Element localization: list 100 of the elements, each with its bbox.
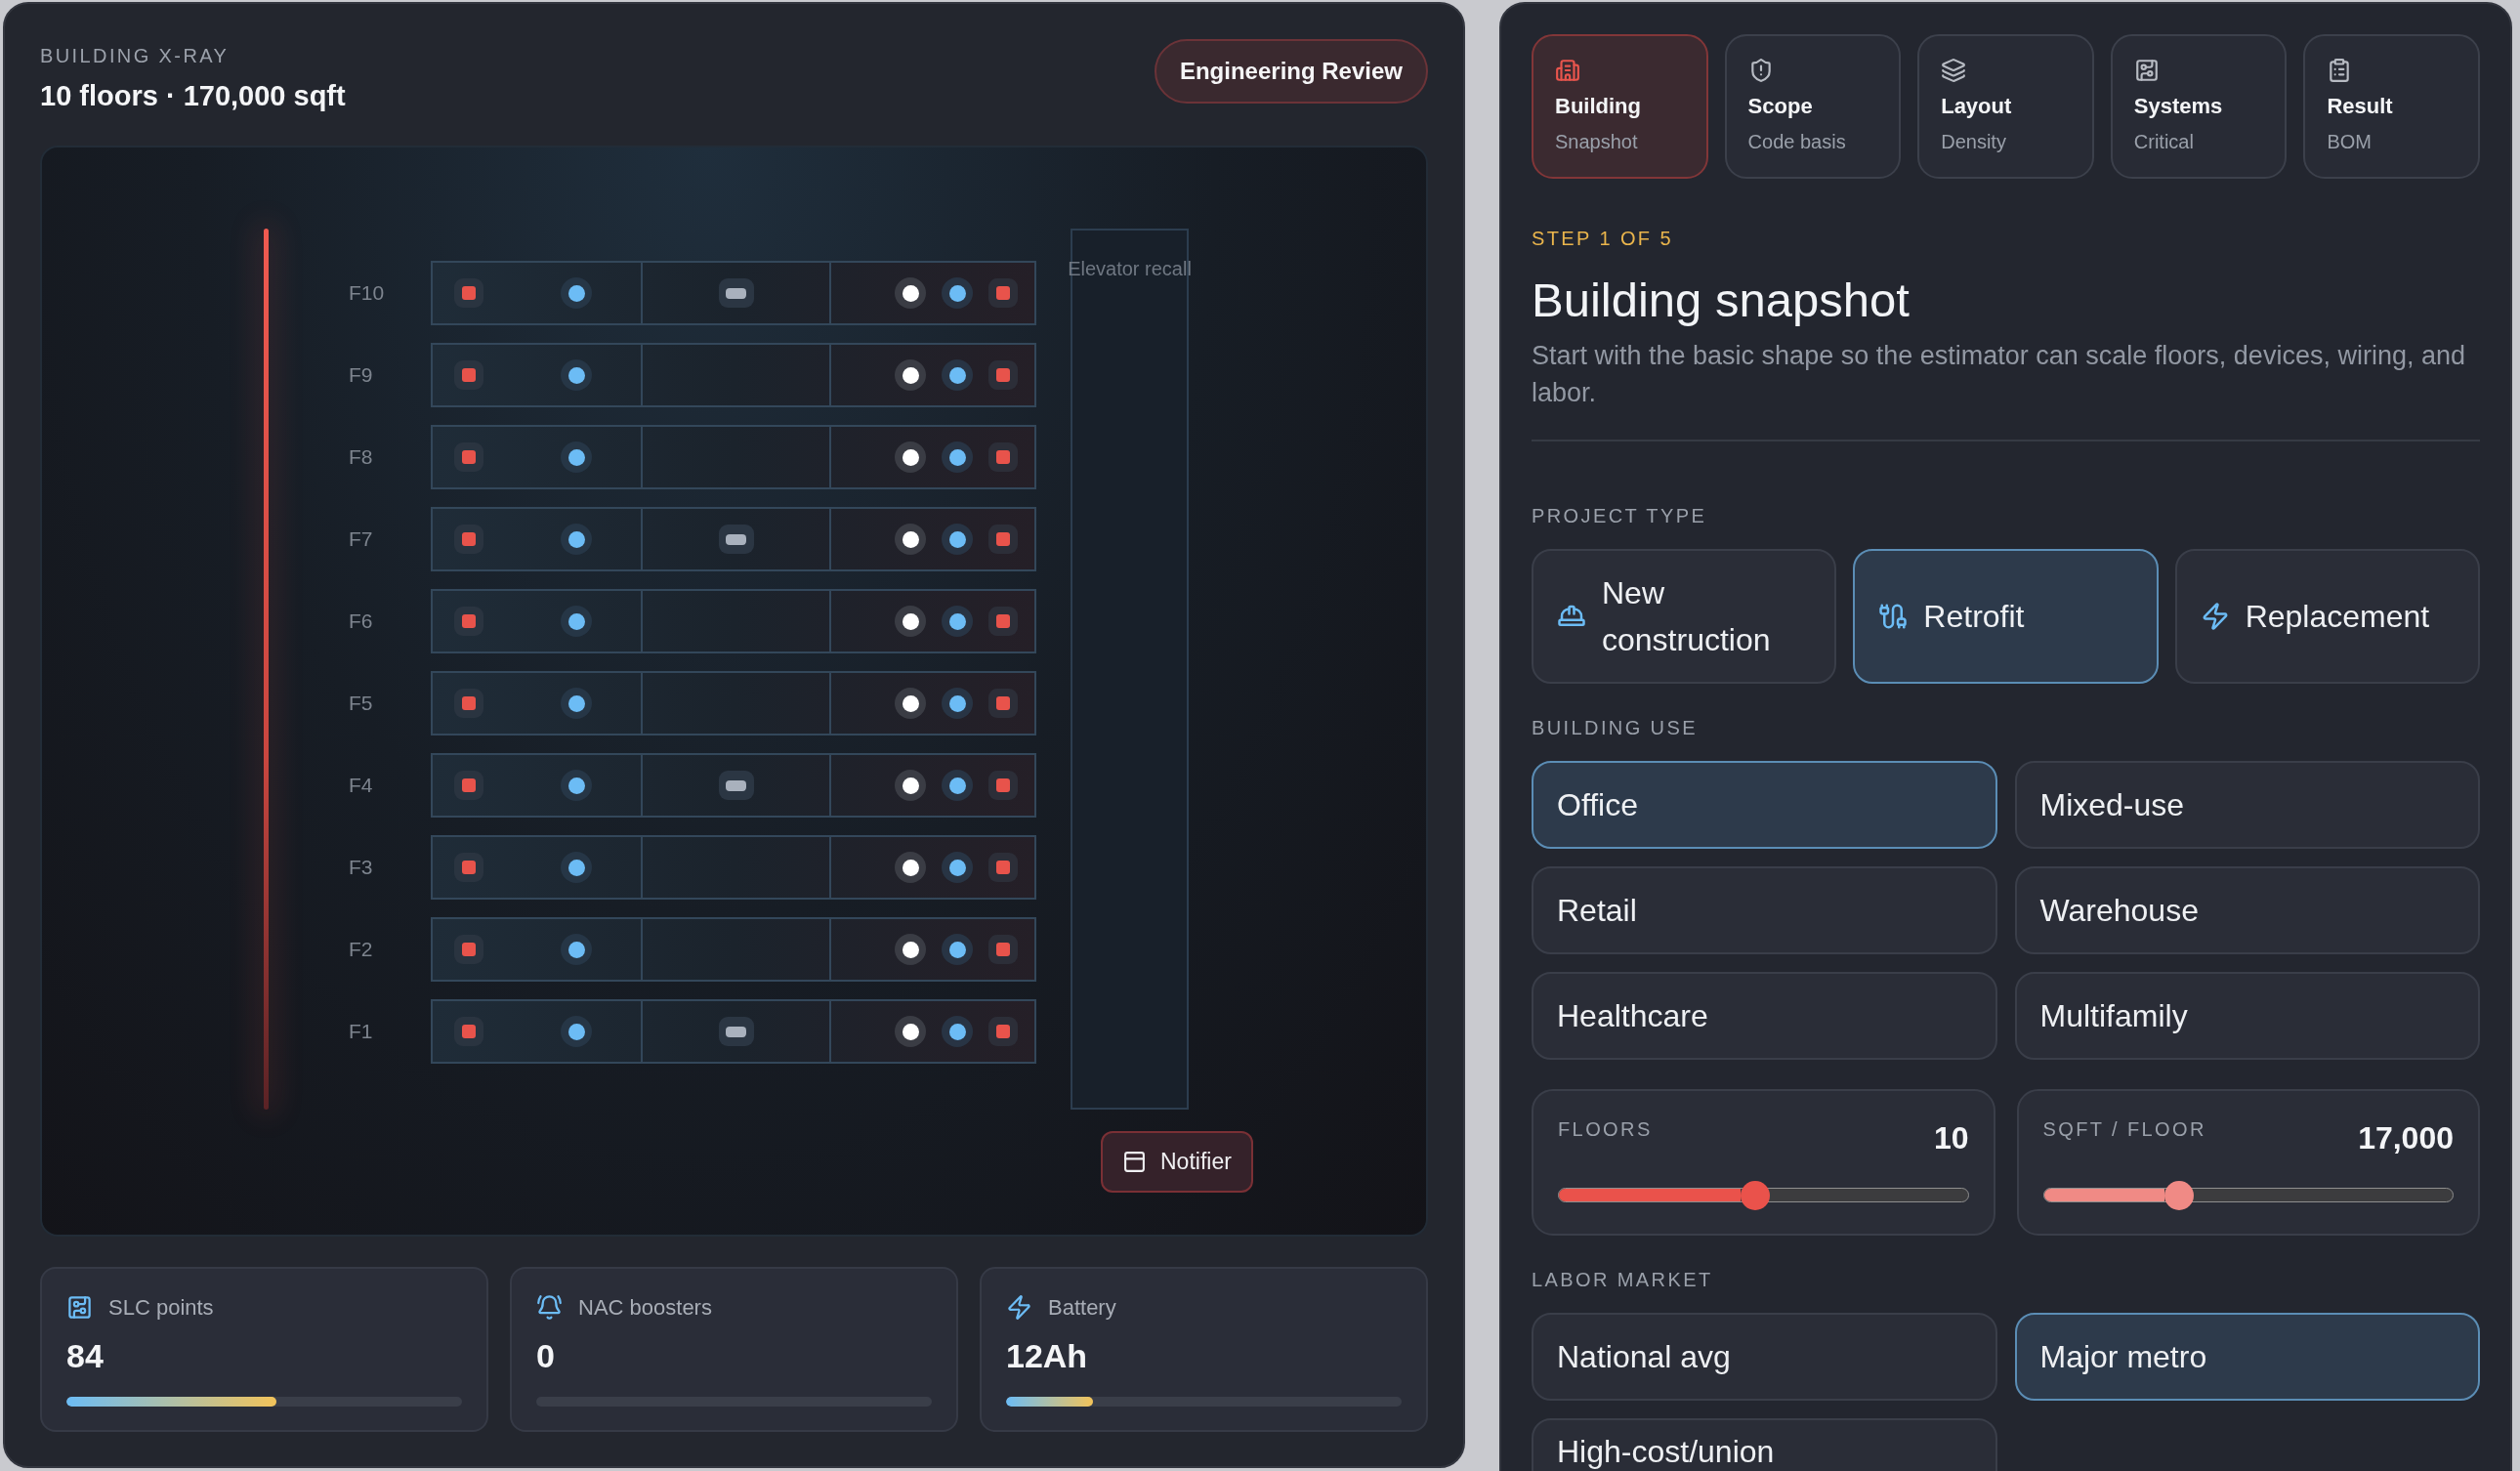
slider-thumb[interactable] bbox=[2163, 1180, 2194, 1210]
section-label: PROJECT TYPE bbox=[1532, 504, 1708, 528]
option-button[interactable]: Warehouse bbox=[2014, 866, 2480, 954]
building-icon bbox=[1555, 58, 1580, 83]
dot-marker-icon bbox=[942, 934, 973, 965]
section-label: LABOR MARKET bbox=[1532, 1268, 1714, 1292]
option-button[interactable]: Retrofit bbox=[1853, 549, 2159, 684]
stat-label: SLC points bbox=[108, 1293, 214, 1322]
dot-marker-icon bbox=[895, 770, 926, 801]
square-marker-icon bbox=[988, 853, 1018, 882]
floor-label: F8 bbox=[349, 444, 374, 471]
building-summary: 10 floors · 170,000 sqft bbox=[40, 79, 346, 113]
stat-label: Battery bbox=[1048, 1293, 1116, 1322]
square-marker-icon bbox=[454, 935, 483, 964]
square-marker-icon bbox=[454, 442, 483, 472]
square-marker-icon bbox=[988, 771, 1018, 800]
step-tab[interactable]: Systems Critical bbox=[2110, 34, 2288, 179]
option-button[interactable]: Mixed-use bbox=[2014, 761, 2480, 849]
dot-marker-icon bbox=[895, 1016, 926, 1047]
dot-marker-icon bbox=[561, 277, 592, 309]
notifier-button[interactable]: Notifier bbox=[1101, 1131, 1253, 1193]
dot-marker-icon bbox=[942, 441, 973, 473]
dot-marker-icon bbox=[895, 359, 926, 391]
square-marker-icon bbox=[454, 1017, 483, 1046]
dot-marker-icon bbox=[561, 441, 592, 473]
option-button[interactable]: Healthcare bbox=[1532, 972, 1997, 1060]
pill-marker-icon bbox=[718, 771, 754, 800]
step-counter: STEP 1 OF 5 bbox=[1532, 227, 1674, 251]
panel-eyebrow: BUILDING X-RAY bbox=[40, 44, 231, 68]
dot-marker-icon bbox=[942, 688, 973, 719]
dot-marker-icon bbox=[561, 1016, 592, 1047]
square-marker-icon bbox=[988, 525, 1018, 554]
floor-label: F4 bbox=[349, 773, 374, 799]
dot-marker-icon bbox=[942, 359, 973, 391]
dot-marker-icon bbox=[895, 441, 926, 473]
slider-thumb[interactable] bbox=[1740, 1180, 1770, 1210]
dot-marker-icon bbox=[561, 606, 592, 637]
floor-label: F3 bbox=[349, 855, 374, 881]
dot-marker-icon bbox=[561, 852, 592, 883]
dot-marker-icon bbox=[895, 852, 926, 883]
shaft-label: Elevator recall bbox=[1068, 257, 1192, 281]
section-label: BUILDING USE bbox=[1532, 716, 1699, 740]
option-button[interactable]: National avg bbox=[1532, 1313, 1997, 1401]
dot-marker-icon bbox=[895, 934, 926, 965]
page-heading: Building snapshot bbox=[1532, 273, 1911, 328]
square-marker-icon bbox=[454, 771, 483, 800]
dot-marker-icon bbox=[561, 359, 592, 391]
option-button[interactable]: New construction bbox=[1532, 549, 1837, 684]
option-button[interactable]: Retail bbox=[1532, 866, 1997, 954]
slider-label: SQFT / FLOOR bbox=[2042, 1119, 2206, 1139]
floor-label: F1 bbox=[349, 1019, 374, 1045]
slider-value: 10 bbox=[1933, 1119, 1969, 1156]
bell-icon bbox=[536, 1293, 563, 1321]
dot-marker-icon bbox=[895, 606, 926, 637]
square-marker-icon bbox=[454, 607, 483, 636]
dot-marker-icon bbox=[942, 606, 973, 637]
option-button[interactable]: Office bbox=[1532, 761, 1997, 849]
engineering-review-button[interactable]: Engineering Review bbox=[1154, 39, 1428, 104]
option-button[interactable]: Multifamily bbox=[2014, 972, 2480, 1060]
panel-icon bbox=[1122, 1150, 1147, 1174]
page-description: Start with the basic shape so the estimator can scale floors, devices, wiring, and labor. bbox=[1532, 340, 2466, 409]
square-marker-icon bbox=[454, 525, 483, 554]
stat-value: 0 bbox=[536, 1336, 556, 1375]
stat-value: 12Ah bbox=[1006, 1336, 1089, 1375]
dot-marker-icon bbox=[942, 770, 973, 801]
circuit-board-icon bbox=[2133, 58, 2160, 83]
dot-marker-icon bbox=[561, 524, 592, 555]
floor-label: F9 bbox=[349, 362, 374, 389]
floor-label: F6 bbox=[349, 609, 374, 635]
dot-marker-icon bbox=[942, 852, 973, 883]
dot-marker-icon bbox=[942, 524, 973, 555]
step-tab[interactable]: Building Snapshot bbox=[1532, 34, 1708, 179]
plug-cable-icon bbox=[1878, 602, 1909, 631]
option-button[interactable]: Replacement bbox=[2174, 549, 2480, 684]
dot-marker-icon bbox=[895, 688, 926, 719]
square-marker-icon bbox=[988, 1017, 1018, 1046]
step-tab[interactable]: Scope Code basis bbox=[1724, 34, 1902, 179]
floor-label: F5 bbox=[349, 691, 374, 717]
pill-marker-icon bbox=[718, 525, 754, 554]
square-marker-icon bbox=[988, 607, 1018, 636]
option-button[interactable]: Major metro bbox=[2014, 1313, 2480, 1401]
stat-value: 84 bbox=[66, 1336, 105, 1375]
floor-label: F7 bbox=[349, 526, 374, 553]
slider-value: 17,000 bbox=[2358, 1119, 2454, 1156]
step-tab[interactable]: Layout Density bbox=[1917, 34, 2094, 179]
dot-marker-icon bbox=[561, 688, 592, 719]
circuit-board-icon bbox=[66, 1293, 93, 1321]
square-marker-icon bbox=[454, 360, 483, 390]
square-marker-icon bbox=[988, 360, 1018, 390]
layers-icon bbox=[1941, 58, 1967, 83]
lightning-icon bbox=[1006, 1293, 1032, 1321]
dot-marker-icon bbox=[942, 1016, 973, 1047]
dot-marker-icon bbox=[942, 277, 973, 309]
square-marker-icon bbox=[988, 935, 1018, 964]
pill-marker-icon bbox=[718, 278, 754, 308]
option-button[interactable]: High-cost/union bbox=[1532, 1418, 1997, 1471]
pill-marker-icon bbox=[718, 1017, 754, 1046]
square-marker-icon bbox=[454, 278, 483, 308]
square-marker-icon bbox=[454, 853, 483, 882]
step-tab[interactable]: Result BOM bbox=[2303, 34, 2480, 179]
